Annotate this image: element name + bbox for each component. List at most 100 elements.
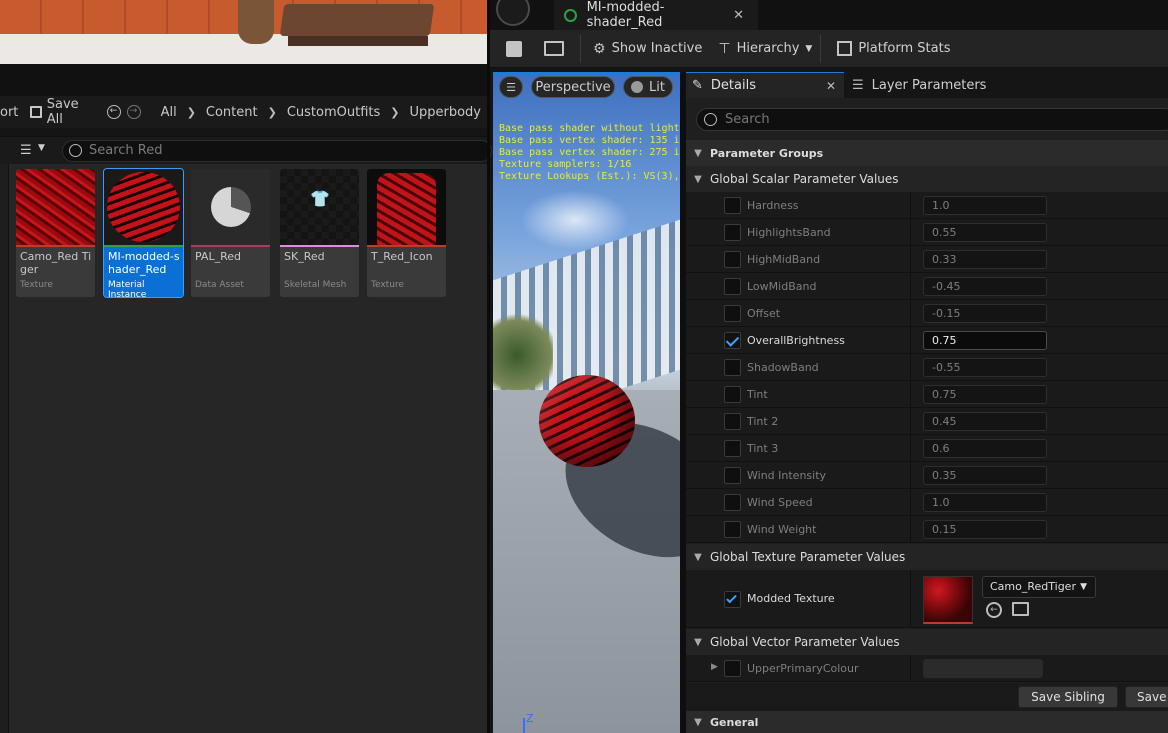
save-icon <box>30 106 42 118</box>
parameter-value-field[interactable]: 1.0 <box>923 493 1047 512</box>
scene-bench-seat <box>288 36 428 46</box>
shader-stat-line: Base pass shader without light map: <box>499 123 680 134</box>
parameter-value-field[interactable]: 0.33 <box>923 250 1047 269</box>
shirt-render-thumbnail <box>377 173 436 245</box>
texture-asset-dropdown[interactable]: Camo_RedTiger ▼ <box>982 576 1096 598</box>
browse-asset-button[interactable] <box>530 30 580 68</box>
parameter-value-field[interactable]: 0.75 <box>923 331 1047 350</box>
tab-layer-parameters[interactable]: ☰ Layer Parameters <box>852 72 1052 98</box>
save-asset-button[interactable] <box>490 30 530 68</box>
parameter-override-checkbox[interactable] <box>724 467 741 484</box>
parameter-override-checkbox[interactable] <box>724 278 741 295</box>
lit-sphere-icon <box>631 81 644 93</box>
close-tab-icon[interactable]: ✕ <box>733 8 744 23</box>
shader-stats-overlay: Base pass shader without light map: Base… <box>499 123 680 183</box>
details-search-input[interactable]: Search <box>696 108 1168 131</box>
parameter-override-checkbox[interactable] <box>724 413 741 430</box>
modded-texture-checkbox[interactable] <box>724 591 741 608</box>
parameter-value-field[interactable]: -0.55 <box>923 358 1047 377</box>
pie-asset-icon <box>211 187 251 227</box>
close-tab-icon[interactable]: ✕ <box>826 79 836 93</box>
category-texture-parameters[interactable]: ▼ Global Texture Parameter Values <box>686 544 1168 570</box>
texture-thumbnail[interactable] <box>923 576 973 624</box>
asset-tile[interactable]: T_Red_Icon Texture <box>367 169 446 297</box>
parameter-override-checkbox[interactable] <box>724 197 741 214</box>
asset-tile[interactable]: Camo_Red Tiger Texture <box>16 169 95 297</box>
color-swatch[interactable] <box>923 659 1043 678</box>
parameter-value-field[interactable]: 0.35 <box>923 466 1047 485</box>
parameter-value-field[interactable]: 0.45 <box>923 412 1047 431</box>
history-forward-button[interactable]: → <box>126 96 147 128</box>
hierarchy-dropdown[interactable]: ⊤ Hierarchy ▼ <box>710 30 820 68</box>
history-back-button[interactable]: ← <box>101 96 127 128</box>
asset-tile[interactable]: PAL_Red Data Asset <box>191 169 270 297</box>
browse-folder-icon <box>544 41 564 56</box>
scene-bench <box>279 4 435 36</box>
expand-arrow-icon: ▼ <box>694 716 702 728</box>
category-vector-parameters[interactable]: ▼ Global Vector Parameter Values <box>686 629 1168 655</box>
parameter-override-checkbox[interactable] <box>724 521 741 538</box>
browse-asset-icon[interactable] <box>1012 602 1029 616</box>
upper-primary-colour-label: UpperPrimaryColour <box>747 662 859 675</box>
panel-splitter[interactable] <box>487 0 490 733</box>
shader-stat-line: Base pass vertex shader: 275 instruc <box>499 147 680 158</box>
parameter-value-field[interactable]: 1.0 <box>923 196 1047 215</box>
view-mode-button[interactable]: Lit <box>623 76 673 98</box>
parameter-value-field[interactable]: -0.15 <box>923 304 1047 323</box>
parameter-override-checkbox[interactable] <box>724 440 741 457</box>
upper-primary-colour-checkbox[interactable] <box>724 660 741 677</box>
parameter-value-field[interactable]: 0.55 <box>923 223 1047 242</box>
breadcrumb-item[interactable]: Upperbody <box>409 105 481 120</box>
parameter-value-field[interactable]: 0.15 <box>923 520 1047 539</box>
parameter-override-checkbox[interactable] <box>724 224 741 241</box>
material-sphere-thumbnail <box>107 172 180 242</box>
tab-material-instance[interactable]: MI-modded-shader_Red ✕ <box>554 0 758 30</box>
level-viewport-preview[interactable] <box>0 0 487 64</box>
filter-button[interactable]: ☰ ▼ <box>20 143 52 159</box>
asset-thumbnail <box>16 169 95 245</box>
breadcrumb-item[interactable]: CustomOutfits <box>287 105 380 120</box>
asset-tile[interactable]: MI-modded-shader_Red Material Instance <box>103 168 184 298</box>
platform-stats-button[interactable]: Platform Stats <box>821 30 958 68</box>
asset-thumbnail <box>104 169 183 245</box>
use-selected-icon[interactable]: ← <box>986 602 1002 618</box>
parameter-value-field[interactable]: 0.75 <box>923 385 1047 404</box>
breadcrumb-item[interactable]: All <box>161 105 177 120</box>
parameter-name: LowMidBand <box>747 280 817 293</box>
parameter-override-checkbox[interactable] <box>724 386 741 403</box>
perspective-label: Perspective <box>535 79 611 95</box>
scalar-parameter-row: Hardness 1.0 <box>686 192 1168 219</box>
shader-stat-line: Base pass vertex shader: 135 instruc <box>499 135 680 146</box>
forward-arrow-icon: → <box>126 105 141 119</box>
general-label: General <box>710 715 759 729</box>
import-button[interactable]: ort <box>0 96 24 128</box>
asset-search-input[interactable]: Search Red <box>62 140 492 162</box>
breadcrumb-item[interactable]: Content <box>206 105 258 120</box>
parameter-override-checkbox[interactable] <box>724 251 741 268</box>
parameter-override-checkbox[interactable] <box>724 332 741 349</box>
category-general[interactable]: ▼ General <box>686 711 1168 733</box>
parameter-override-checkbox[interactable] <box>724 494 741 511</box>
category-scalar-parameters[interactable]: ▼ Global Scalar Parameter Values <box>686 166 1168 192</box>
category-parameter-groups[interactable]: ▼ Parameter Groups <box>686 140 1168 166</box>
tab-details[interactable]: ✎ Details ✕ <box>686 72 844 98</box>
import-label: ort <box>0 104 19 120</box>
parameter-override-checkbox[interactable] <box>724 359 741 376</box>
shader-stat-line: Texture Lookups (Est.): VS(3), PS(1) <box>499 171 680 182</box>
save-child-button[interactable]: Save <box>1125 686 1168 708</box>
expand-row-icon[interactable]: ▶ <box>711 662 718 672</box>
viewport-menu-button[interactable]: ☰ <box>499 76 523 98</box>
parameter-value-field[interactable]: -0.45 <box>923 277 1047 296</box>
parameter-value-field[interactable]: 0.6 <box>923 439 1047 458</box>
perspective-button[interactable]: Perspective <box>531 76 615 98</box>
parameter-override-checkbox[interactable] <box>724 305 741 322</box>
layers-icon: ☰ <box>852 77 864 93</box>
save-sibling-button[interactable]: Save Sibling <box>1018 686 1118 708</box>
show-inactive-button[interactable]: ⚙ Show Inactive <box>581 30 710 68</box>
save-all-button[interactable]: Save All <box>24 96 100 128</box>
asset-tile[interactable]: 👕 SK_Red Skeletal Mesh <box>280 169 359 297</box>
check-icon <box>726 592 737 604</box>
asset-name: MI-modded-shader_Red <box>108 250 180 276</box>
pencil-icon: ✎ <box>692 78 703 93</box>
unreal-logo-icon[interactable] <box>496 0 530 26</box>
